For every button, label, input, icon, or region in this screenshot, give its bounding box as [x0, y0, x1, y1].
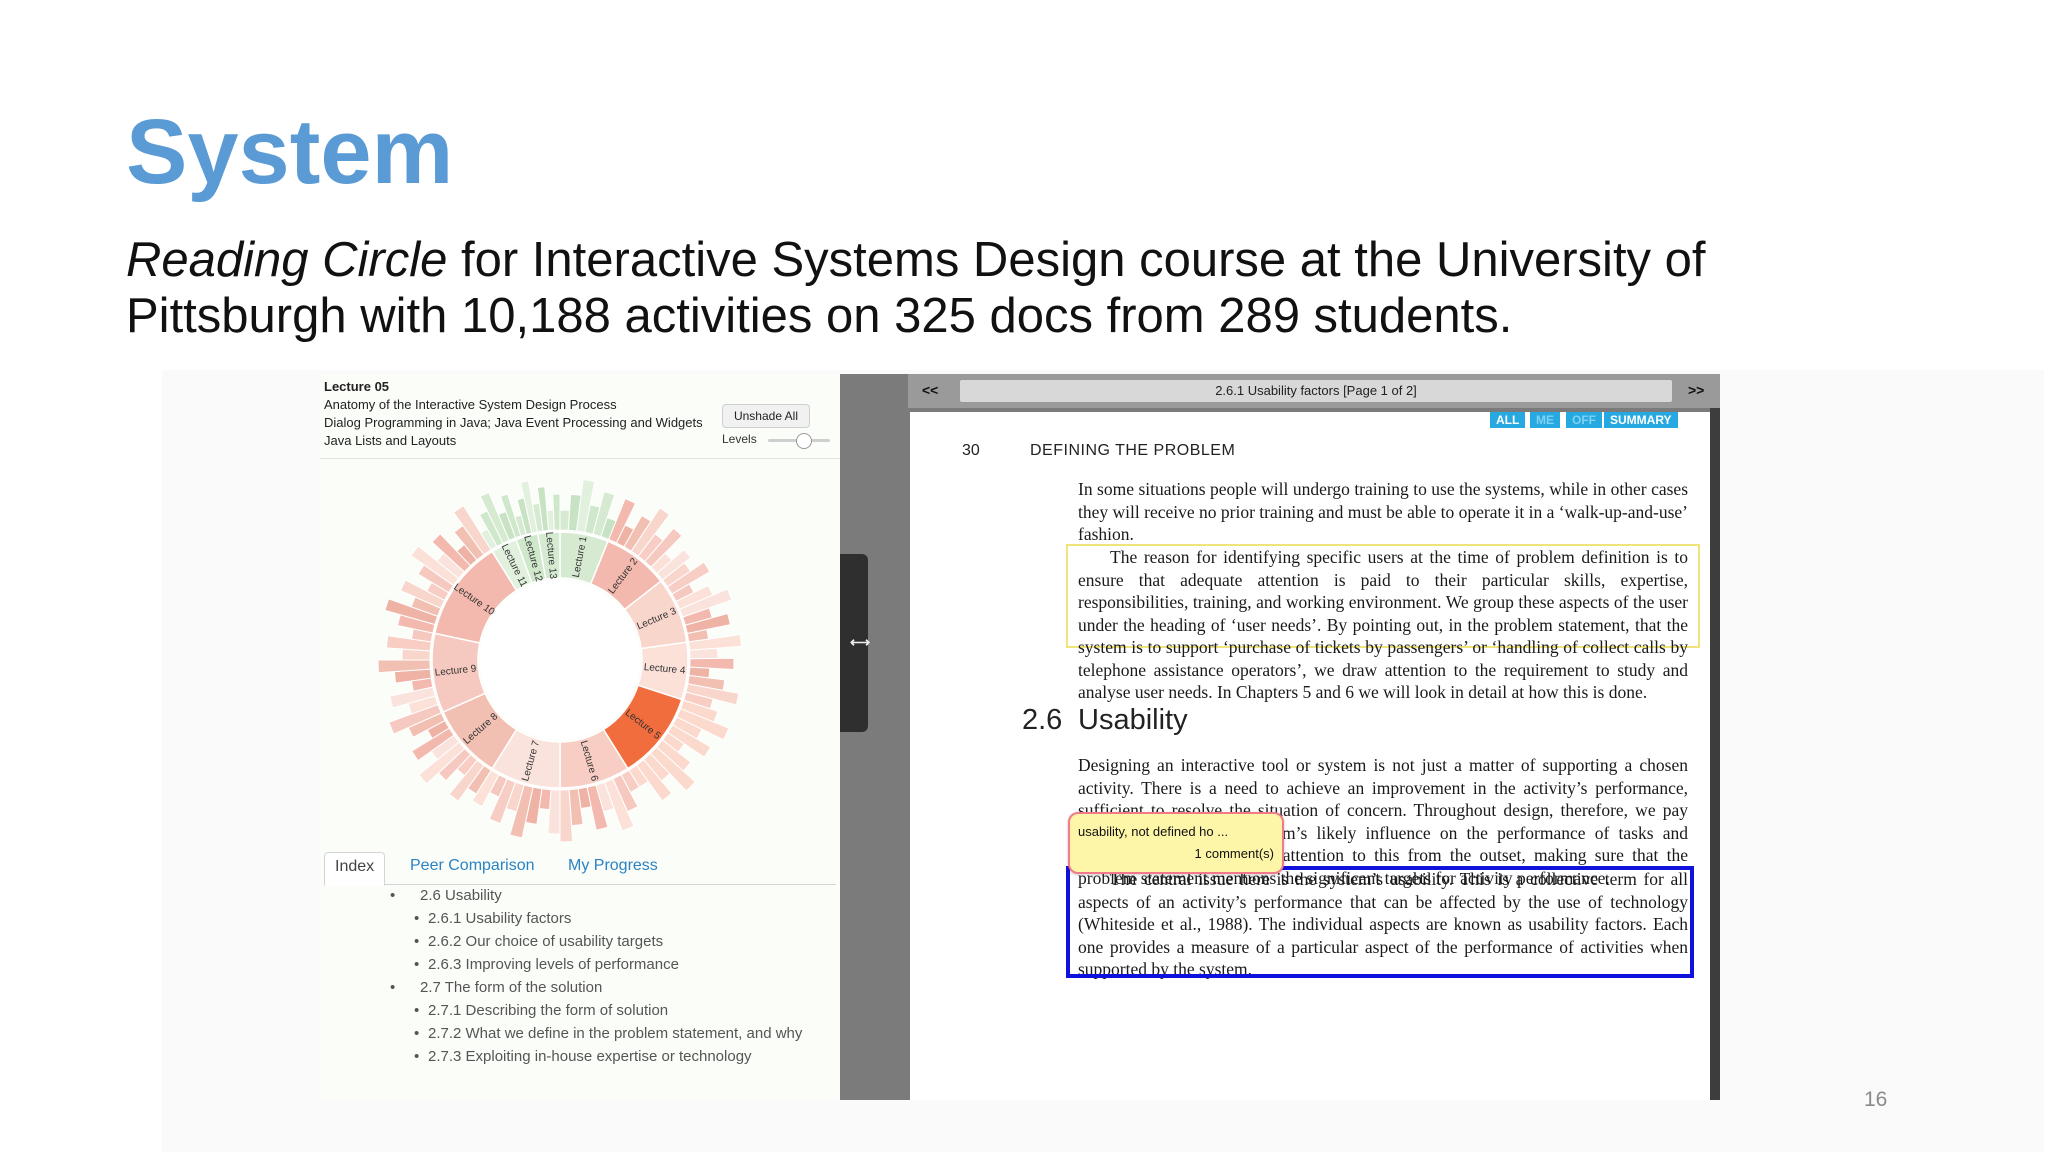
sunburst-subsegment[interactable]: [689, 647, 719, 660]
index-item-label: 2.6 Usability: [420, 887, 502, 904]
index-item-label: 2.7.2 What we define in the problem stat…: [428, 1025, 803, 1042]
filter-all[interactable]: ALL: [1490, 412, 1526, 428]
comment-count[interactable]: 1 comment(s): [1195, 846, 1274, 861]
page-title: 2.6.1 Usability factors [Page 1 of 2]: [960, 380, 1672, 402]
section-title: Usability: [1078, 704, 1188, 736]
index-item[interactable]: • 2.6.1 Usability factors: [390, 907, 830, 930]
document-page: 30 DEFINING THE PROBLEM In some situatio…: [910, 412, 1710, 1100]
index-item-label: 2.7.1 Describing the form of solution: [428, 1002, 669, 1019]
page-number: 30: [962, 442, 980, 459]
sunburst-subsegment[interactable]: [552, 493, 561, 531]
tab-peer-comparison[interactable]: Peer Comparison: [400, 852, 545, 884]
levels-knob[interactable]: [796, 433, 812, 449]
index-item-label: 2.6.2 Our choice of usability targets: [428, 933, 664, 950]
sunburst-center[interactable]: [480, 580, 640, 740]
paragraph: In some situations people will undergo t…: [1078, 479, 1688, 544]
navigation-panel: Lecture 05 Anatomy of the Interactive Sy…: [320, 374, 840, 1100]
viewer-scrollbar[interactable]: [1710, 408, 1720, 1100]
bullet-icon: •: [414, 910, 420, 927]
bullet-icon: •: [414, 1048, 420, 1065]
index-list: • 2.6 Usability • 2.6.1 Usability factors • 2…: [390, 884, 830, 1068]
app-screenshot: Lecture 05 Anatomy of the Interactive Sy…: [320, 374, 1720, 1100]
tab-my-progress[interactable]: My Progress: [558, 852, 668, 884]
bullet-icon: •: [414, 956, 420, 973]
levels-slider[interactable]: Levels: [722, 432, 834, 449]
tab-index[interactable]: Index: [324, 852, 386, 886]
subtitle-italic: Reading Circle: [126, 233, 448, 287]
levels-label: Levels: [722, 432, 757, 446]
lecture-title: Lecture 05: [324, 379, 390, 394]
panel-tabs: Index Peer Comparison My Progress: [324, 840, 836, 886]
annotation-highlight-blue[interactable]: [1066, 866, 1694, 978]
bullet-icon: •: [414, 1025, 420, 1042]
bullet-icon: •: [390, 979, 396, 996]
sunburst-chart[interactable]: Lecture 1 Lecture 2Lecture 3Lecture 4Lect…: [352, 460, 768, 860]
section-number: 2.6: [1022, 704, 1063, 736]
index-item[interactable]: • 2.7.1 Describing the form of solution: [390, 999, 830, 1022]
viewer-toolbar: << 2.6.1 Usability factors [Page 1 of 2]…: [908, 374, 1720, 408]
comment-popup[interactable]: usability, not defined ho ... 1 comment(…: [1068, 812, 1284, 874]
index-item-label: 2.6.1 Usability factors: [428, 910, 572, 927]
index-item[interactable]: • 2.7.3 Exploiting in-house expertise or …: [390, 1045, 830, 1068]
divider: [320, 458, 840, 459]
index-item[interactable]: • 2.6 Usability: [390, 884, 830, 907]
bullet-icon: •: [414, 933, 420, 950]
slide-title: System: [126, 101, 454, 203]
filter-summary[interactable]: SUMMARY: [1604, 412, 1678, 428]
index-item[interactable]: • 2.7.2 What we define in the problem sta…: [390, 1022, 830, 1045]
slide-subtitle: Reading Circle for Interactive Systems D…: [126, 232, 1826, 344]
unshade-all-button[interactable]: Unshade All: [722, 404, 810, 428]
resize-icon: ⟷: [850, 634, 871, 650]
filter-off[interactable]: OFF: [1566, 412, 1602, 428]
index-item-label: 2.7 The form of the solution: [420, 979, 603, 996]
filter-me[interactable]: ME: [1530, 412, 1560, 428]
panel-resize-handle[interactable]: ⟷: [840, 554, 871, 732]
paragraph-highlighted: The reason for identifying specific user…: [1078, 547, 1688, 702]
index-item[interactable]: • 2.6.3 Improving levels of performance: [390, 953, 830, 976]
running-header: DEFINING THE PROBLEM: [1030, 442, 1236, 459]
slide-number: 16: [1864, 1088, 1888, 1111]
bullet-icon: •: [390, 887, 396, 904]
index-item[interactable]: • 2.6.2 Our choice of usability targets: [390, 930, 830, 953]
index-item-label: 2.6.3 Improving levels of performance: [428, 956, 679, 973]
index-item-label: 2.7.3 Exploiting in-house expertise or t…: [428, 1048, 752, 1065]
prev-page-button[interactable]: <<: [922, 382, 938, 398]
index-item[interactable]: • 2.7 The form of the solution: [390, 976, 830, 999]
next-page-button[interactable]: >>: [1688, 382, 1704, 398]
bullet-icon: •: [414, 1002, 420, 1019]
comment-text: usability, not defined ho ...: [1078, 824, 1229, 839]
